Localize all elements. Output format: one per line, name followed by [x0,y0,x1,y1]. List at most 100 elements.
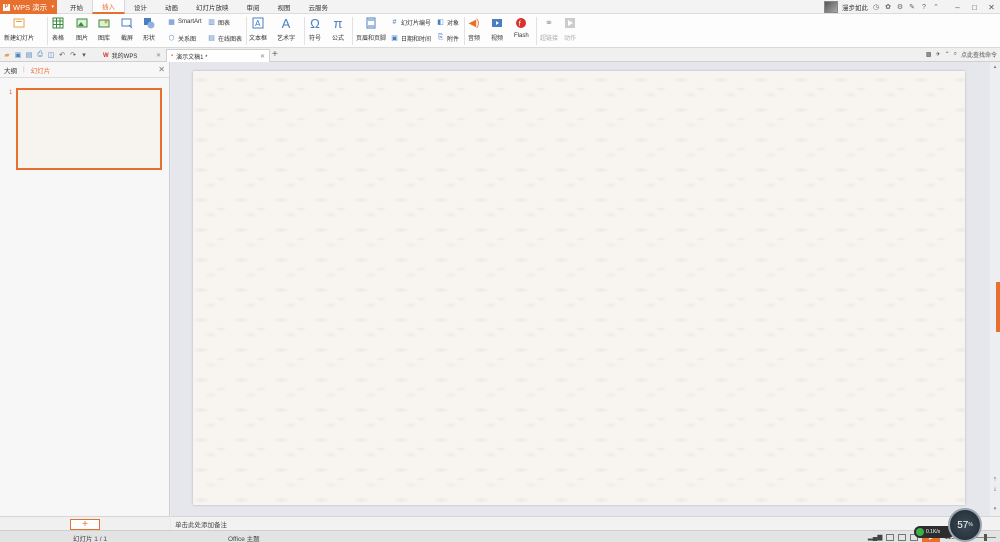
close-button[interactable]: ✕ [983,0,1000,14]
close-icon[interactable]: ✕ [260,53,265,60]
chart-button[interactable]: ▥ 图表 [207,17,230,27]
table-button[interactable]: 表格 [52,14,64,42]
feedback-icon[interactable]: ✎ [908,3,916,11]
textbox-button[interactable]: A 文本框 [249,14,267,42]
tab-outline[interactable]: 大纲 [4,65,17,75]
smartart-button[interactable]: ▦ SmartArt [167,17,202,27]
tab-insert[interactable]: 插入 [92,0,125,14]
gallery-button[interactable]: 图库 [98,14,110,42]
print-preview-icon[interactable]: ◫ [47,50,55,59]
app-menu-button[interactable]: P WPS 演示 ▾ [0,0,57,14]
table-label: 表格 [52,36,65,42]
add-slide-button[interactable]: + [70,519,100,530]
wordart-button[interactable]: A 艺术字 [277,14,295,43]
slide-counter: 幻灯片 1 / 1 [73,536,107,542]
formula-label: 公式 [332,36,345,42]
tab-review[interactable]: 审阅 [238,0,269,14]
smartart-label: SmartArt [178,19,202,25]
minimize-button[interactable]: – [949,0,966,14]
zoom-knob[interactable] [984,533,987,541]
screenshot-icon [121,17,133,29]
smartart-icon: ▦ [168,19,175,26]
wps-logo-icon: P [3,3,10,11]
attachment-button[interactable]: ⎘ 附件 [436,33,459,43]
slide-thumbnail[interactable] [16,88,162,170]
doc-tab-presentation[interactable]: ▪ 演示文稿1 * ✕ [166,49,270,62]
picture-button[interactable]: 图片 [76,14,88,42]
video-icon [491,17,503,29]
open-folder-icon[interactable]: ▰ [3,50,11,59]
app-name: WPS 演示 [13,2,48,12]
window-controls: – □ ✕ [949,0,1000,14]
username[interactable]: 漫步如此 [842,2,868,12]
tab-slides[interactable]: 幻灯片 [31,65,51,75]
maximize-button[interactable]: □ [966,0,983,14]
scroll-up-icon[interactable]: ▴ [992,64,998,70]
tab-view[interactable]: 视图 [269,0,300,14]
network-status-icon [916,528,924,536]
slide-canvas[interactable] [193,71,965,505]
object-button[interactable]: ◧ 对象 [436,17,459,27]
audio-button[interactable]: ◀) 音频 [468,14,480,43]
close-icon[interactable]: ✕ [158,65,165,74]
undo-icon[interactable]: ↶ [58,50,66,59]
help-icon[interactable]: ? [920,4,928,11]
tab-home[interactable]: 开始 [61,0,92,14]
formula-button[interactable]: π 公式 [332,14,345,43]
new-slide-button[interactable]: 新建幻灯片 [4,14,34,42]
header-footer-label: 页眉和页脚 [356,36,387,42]
doc-tab-my-wps[interactable]: W 我的WPS ✕ [99,49,165,62]
next-slide-icon[interactable]: ⤓ [992,486,998,492]
normal-view-icon[interactable] [886,533,895,541]
speed-value: 57 [957,519,969,531]
hyperlink-button[interactable]: ⚭ 超链接 [540,14,558,43]
side-panel-handle[interactable] [996,282,1000,332]
skin-icon[interactable]: ✿ [884,3,892,11]
video-button[interactable]: 视频 [491,14,503,42]
datetime-button[interactable]: ▣ 日期和时间 [390,33,431,43]
tab-cloud[interactable]: 云服务 [300,0,338,14]
svg-text:A: A [255,19,261,28]
tab-slideshow[interactable]: 幻灯片放映 [187,0,238,14]
shape-button[interactable]: 形状 [143,14,155,42]
divider [246,17,247,45]
customize-dropdown-icon[interactable]: ▾ [80,50,88,59]
new-tab-button[interactable]: + [272,49,278,60]
gear-icon[interactable]: ⚙ [896,3,904,11]
online-chart-button[interactable]: ▤ 在线图表 [207,33,242,43]
collapse-icon[interactable]: ⌃ [945,51,950,58]
comment-icon[interactable]: ▩ [926,51,932,58]
scroll-down-icon[interactable]: ▾ [992,506,998,512]
notes-pane[interactable]: 单击此处添加备注 [171,516,1000,530]
clock-icon[interactable]: ◷ [872,3,880,11]
close-icon[interactable]: ✕ [156,52,161,59]
avatar[interactable] [824,1,838,13]
flash-button[interactable]: f Flash [514,14,529,39]
screenshot-button[interactable]: 截屏 [121,14,133,42]
redo-icon[interactable]: ↷ [69,50,77,59]
speaker-icon: ◀) [468,17,480,29]
save-icon[interactable]: ▣ [14,50,22,59]
tab-animation[interactable]: 动画 [156,0,187,14]
datetime-label: 日期和时间 [401,36,432,43]
prev-slide-icon[interactable]: ⤒ [992,477,998,483]
tab-design[interactable]: 设计 [125,0,156,14]
tab-separator: | [23,66,25,73]
collapse-ribbon-icon[interactable]: ⌃ [932,3,940,11]
slide-number-button[interactable]: # 幻灯片编号 [390,17,431,27]
speed-widget[interactable]: 57% [948,508,982,542]
sorter-view-icon[interactable] [898,533,907,541]
command-search[interactable]: 点此查找命令 [961,50,997,59]
header-footer-button[interactable]: 页眉和页脚 [356,14,386,42]
export-pdf-icon[interactable]: ▤ [25,50,33,59]
new-slide-icon [13,17,25,29]
symbol-button[interactable]: Ω 符号 [309,14,321,43]
relation-chart-button[interactable]: ⬡ 关系图 [167,33,196,43]
search-icon[interactable]: ⌕ [954,51,957,58]
object-label: 对象 [447,20,460,27]
doc-tab-label: 演示文稿1 * [176,54,208,61]
print-icon[interactable]: ⎙ [36,50,44,59]
action-button[interactable]: 动作 [564,14,576,42]
pin-icon[interactable]: ✈ [936,51,941,58]
quick-right-tools: ▩ ✈ ⌃ ⌕ 点此查找命令 [926,50,997,59]
